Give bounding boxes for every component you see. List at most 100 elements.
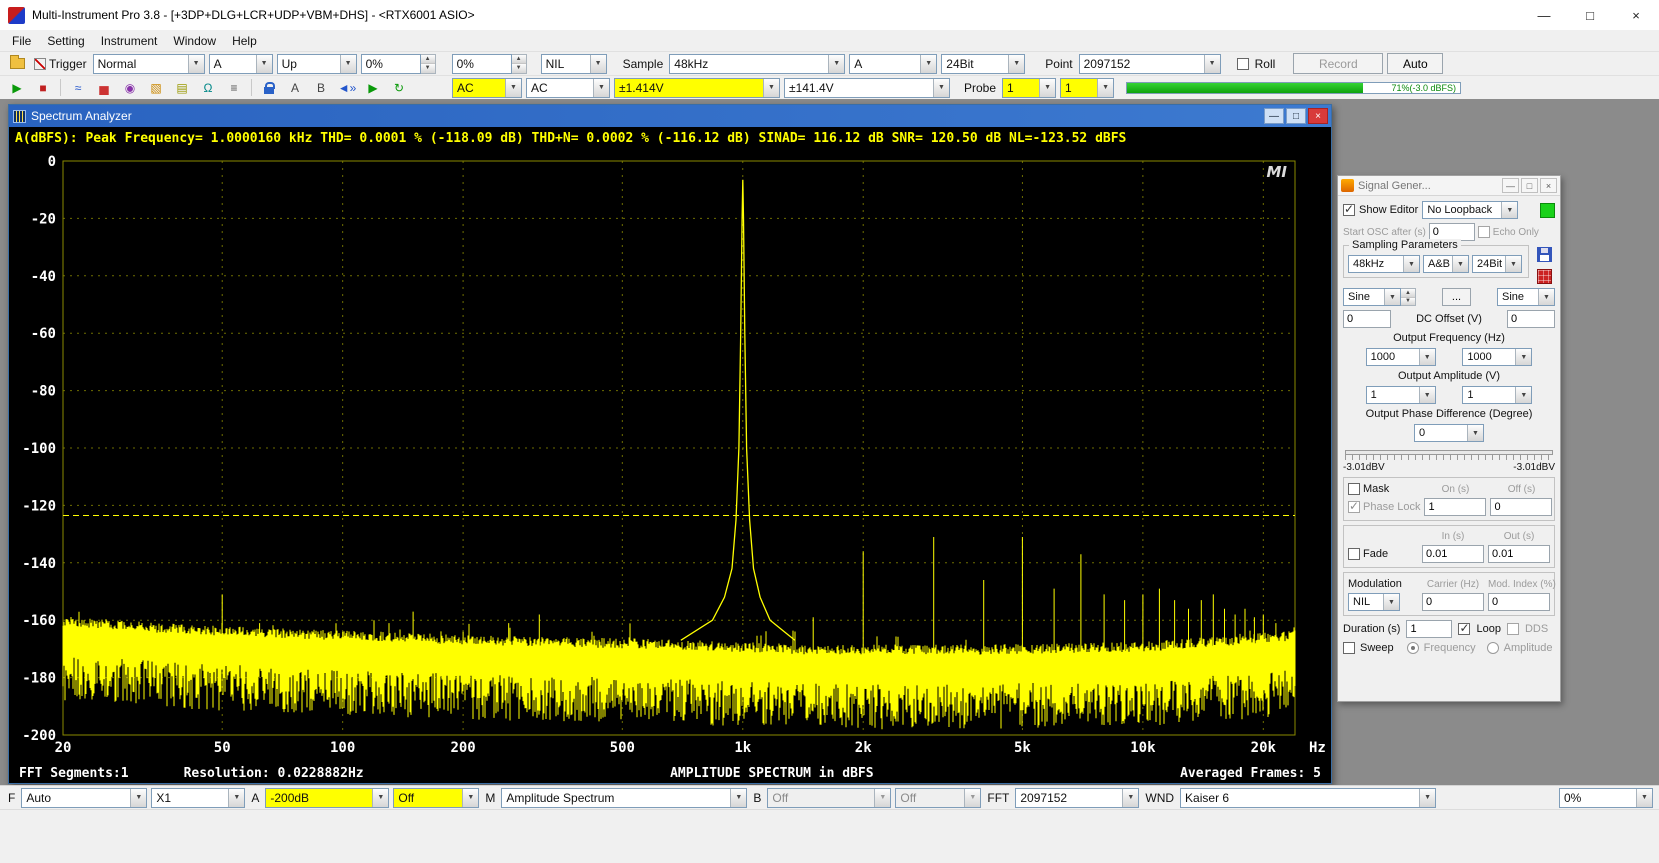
duration-input[interactable] <box>1406 620 1452 638</box>
record-button[interactable]: Record <box>1293 53 1383 74</box>
menu-setting[interactable]: Setting <box>39 32 92 50</box>
siggen-bits-select[interactable]: 24Bit <box>1472 255 1522 273</box>
fade-in-input[interactable] <box>1422 545 1484 563</box>
sweep-amplitude-radio[interactable] <box>1487 642 1499 654</box>
trigger-source-select[interactable]: A <box>209 54 273 74</box>
frequency-axis-select[interactable]: Auto <box>21 788 147 808</box>
output-level-slider[interactable] <box>1345 447 1553 460</box>
waveform-more-button[interactable]: ... <box>1442 288 1471 306</box>
mod-index-input[interactable] <box>1488 593 1550 611</box>
sweep-frequency-radio[interactable] <box>1407 642 1419 654</box>
open-file-button[interactable] <box>6 53 28 75</box>
fade-checkbox[interactable] <box>1348 548 1360 560</box>
save-icon[interactable] <box>1537 247 1552 262</box>
carrier-input[interactable] <box>1422 593 1484 611</box>
play-button[interactable]: ▶ <box>362 77 384 99</box>
device-test-plan-button[interactable]: ≡ <box>223 77 245 99</box>
mask-on-input[interactable] <box>1424 498 1486 516</box>
multimeter-button[interactable]: ◉ <box>119 77 141 99</box>
waveform-library-icon[interactable] <box>1537 269 1552 284</box>
siggen-sampling-rate-select[interactable]: 48kHz <box>1348 255 1420 273</box>
frequency-b-select[interactable]: 1000 <box>1462 348 1532 366</box>
auto-button[interactable]: Auto <box>1387 53 1443 74</box>
roll-checkbox[interactable] <box>1237 58 1249 70</box>
coupling-a-select[interactable]: AC <box>452 78 522 98</box>
range-b-axis-select[interactable]: Off <box>767 788 891 808</box>
probe-a-select[interactable]: 1 <box>1002 78 1056 98</box>
record-length-select[interactable]: 2097152 <box>1079 54 1221 74</box>
show-editor-checkbox[interactable] <box>1343 204 1355 216</box>
sampling-channel-select[interactable]: A <box>849 54 937 74</box>
spin-up-icon[interactable] <box>1401 289 1415 298</box>
fft-size-select[interactable]: 2097152 <box>1015 788 1139 808</box>
menu-window[interactable]: Window <box>165 32 224 50</box>
oscilloscope-button[interactable]: ≈ <box>67 77 89 99</box>
spin-down-icon[interactable] <box>1401 298 1415 306</box>
menu-help[interactable]: Help <box>224 32 265 50</box>
trigger-delay-spinner[interactable]: 0% <box>452 54 527 74</box>
spectrum-3d-plot-button[interactable]: ▧ <box>145 77 167 99</box>
trigger-mode-select[interactable]: Normal <box>93 54 205 74</box>
frequency-a-select[interactable]: 1000 <box>1366 348 1436 366</box>
mask-checkbox[interactable] <box>1348 483 1360 495</box>
loopback-button[interactable]: ↻ <box>388 77 410 99</box>
sweep-checkbox[interactable] <box>1343 642 1355 654</box>
siggen-channels-select[interactable]: A&B <box>1423 255 1469 273</box>
spin-down-icon[interactable] <box>421 64 435 73</box>
spectrum-close-button[interactable]: × <box>1308 108 1328 124</box>
spin-up-icon[interactable] <box>512 55 526 65</box>
view-mode-select[interactable]: Amplitude Spectrum <box>501 788 747 808</box>
spin-down-icon[interactable] <box>512 64 526 73</box>
window-maximize-button[interactable]: □ <box>1567 0 1613 30</box>
dc-offset-b-input[interactable] <box>1507 310 1555 328</box>
channel-a-button[interactable]: A <box>284 77 306 99</box>
spin-up-icon[interactable] <box>421 55 435 65</box>
range-b-select[interactable]: ±141.4V <box>784 78 950 98</box>
run-button[interactable]: ▶ <box>6 77 28 99</box>
waveform-b-select[interactable]: Sine <box>1497 288 1555 306</box>
siggen-minimize-button[interactable]: — <box>1502 178 1519 193</box>
trigger-edge-select[interactable]: Up <box>277 54 357 74</box>
loop-checkbox[interactable] <box>1458 623 1470 635</box>
menu-instrument[interactable]: Instrument <box>93 32 166 50</box>
channel-b-button[interactable]: B <box>310 77 332 99</box>
stop-button[interactable]: ■ <box>32 77 54 99</box>
option-b-select[interactable]: Off <box>895 788 981 808</box>
range-a-axis-select[interactable]: -200dB <box>265 788 389 808</box>
trigger-level-spinner[interactable]: 0% <box>361 54 436 74</box>
modulation-mode-select[interactable]: NIL <box>1348 593 1400 611</box>
sampling-rate-select[interactable]: 48kHz <box>669 54 845 74</box>
window-close-button[interactable]: × <box>1613 0 1659 30</box>
sound-device-button[interactable]: ◄» <box>336 77 358 99</box>
title-bar[interactable]: Multi-Instrument Pro 3.8 - [+3DP+DLG+LCR… <box>0 0 1659 30</box>
dds-checkbox[interactable] <box>1507 623 1519 635</box>
data-logger-button[interactable]: ▤ <box>171 77 193 99</box>
spectrum-plot[interactable]: 0-20-40-60-80-100-120-140-160-180-200205… <box>9 149 1331 763</box>
signal-generator-titlebar[interactable]: Signal Gener... — □ × <box>1338 176 1560 196</box>
dc-offset-a-input[interactable] <box>1343 310 1391 328</box>
echo-only-checkbox[interactable] <box>1478 226 1490 238</box>
option-a-select[interactable]: Off <box>393 788 479 808</box>
siggen-maximize-button[interactable]: □ <box>1521 178 1538 193</box>
phase-lock-checkbox[interactable] <box>1348 501 1360 513</box>
spectrum-minimize-button[interactable]: — <box>1264 108 1284 124</box>
frequency-rejection-select[interactable]: NIL <box>541 54 607 74</box>
coupling-b-select[interactable]: AC <box>526 78 610 98</box>
mask-off-input[interactable] <box>1490 498 1552 516</box>
spectrum-analyzer-titlebar[interactable]: Spectrum Analyzer — □ × <box>9 105 1331 127</box>
phase-difference-select[interactable]: 0 <box>1414 424 1484 442</box>
probe-b-select[interactable]: 1 <box>1060 78 1114 98</box>
lcr-meter-button[interactable]: Ω <box>197 77 219 99</box>
lock-button[interactable] <box>258 77 280 99</box>
overlap-select[interactable]: 0% <box>1559 788 1653 808</box>
spectrum-analyzer-button[interactable]: ▅ <box>93 77 115 99</box>
siggen-run-button[interactable] <box>1540 203 1555 218</box>
zoom-select[interactable]: X1 <box>151 788 245 808</box>
spectrum-maximize-button[interactable]: □ <box>1286 108 1306 124</box>
amplitude-b-select[interactable]: 1 <box>1462 386 1532 404</box>
fade-out-input[interactable] <box>1488 545 1550 563</box>
siggen-close-button[interactable]: × <box>1540 178 1557 193</box>
range-a-select[interactable]: ±1.414V <box>614 78 780 98</box>
window-function-select[interactable]: Kaiser 6 <box>1180 788 1436 808</box>
window-minimize-button[interactable]: — <box>1521 0 1567 30</box>
